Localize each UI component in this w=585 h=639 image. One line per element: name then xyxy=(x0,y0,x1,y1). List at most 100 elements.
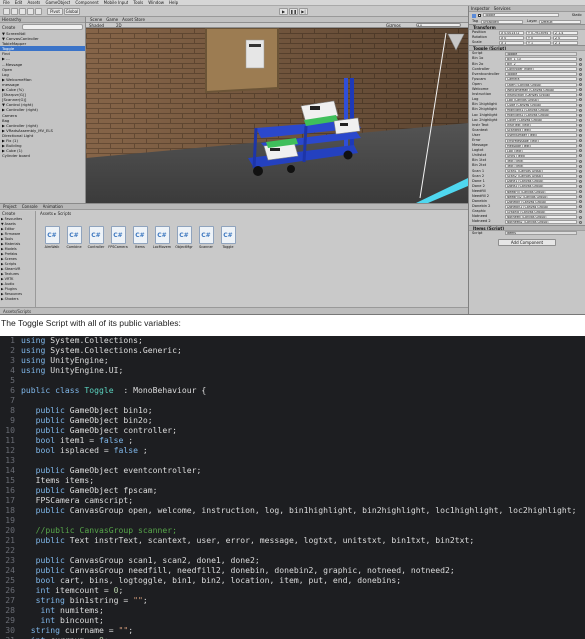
object-picker-icon[interactable] xyxy=(579,149,582,153)
menu-item[interactable]: GameObject xyxy=(45,0,70,5)
object-picker-icon[interactable] xyxy=(579,78,582,82)
hierarchy-create-button[interactable]: Create xyxy=(0,25,20,30)
pause-button[interactable]: ❚❚ xyxy=(289,8,298,15)
object-picker-icon[interactable] xyxy=(579,103,582,107)
scale-tool-icon[interactable] xyxy=(27,8,34,15)
object-picker-icon[interactable] xyxy=(579,93,582,97)
script-field-value[interactable]: Scan2 (Canvas Group) xyxy=(505,174,577,179)
script-field-value[interactable]: InstrText (Text) xyxy=(505,123,577,128)
rect-tool-icon[interactable] xyxy=(35,8,42,15)
object-picker-icon[interactable] xyxy=(579,62,582,66)
script-field-value[interactable]: Log (Canvas Group) xyxy=(505,97,577,102)
rotate-tool-icon[interactable] xyxy=(19,8,26,15)
script-asset[interactable]: C# Toggle xyxy=(218,226,238,254)
object-picker-icon[interactable] xyxy=(579,169,582,173)
script-field-value[interactable]: Text (Text) xyxy=(505,164,577,169)
script-field-value[interactable]: NeedFill2 (Canvas Group) xyxy=(505,194,577,199)
object-picker-icon[interactable] xyxy=(579,195,582,199)
object-picker-icon[interactable] xyxy=(579,144,582,148)
object-picker-icon[interactable] xyxy=(579,57,582,61)
global-button[interactable]: Global xyxy=(64,8,80,15)
play-button[interactable]: ▶ xyxy=(279,8,288,15)
active-checkbox[interactable] xyxy=(478,13,481,17)
script-field-value[interactable]: Donebin (Canvas Group) xyxy=(505,199,577,204)
object-picker-icon[interactable] xyxy=(579,200,582,204)
script-field-value[interactable]: Bin_2 xyxy=(505,62,577,67)
step-button[interactable]: ▶| xyxy=(299,8,308,15)
script-field-value[interactable]: Notneed (Canvas Group) xyxy=(505,214,577,219)
tab-project[interactable]: Project xyxy=(3,204,17,209)
script-asset[interactable]: C# LocMovem xyxy=(152,226,172,254)
scene-search-input[interactable]: All xyxy=(416,23,461,27)
script-asset[interactable]: C# FPSCamera xyxy=(108,226,128,254)
move-tool-icon[interactable] xyxy=(11,8,18,15)
object-picker-icon[interactable] xyxy=(579,83,582,87)
script-asset[interactable]: C# Scanner xyxy=(196,226,216,254)
script-field-value[interactable]: Controller (right) xyxy=(505,67,577,72)
object-picker-icon[interactable] xyxy=(579,185,582,188)
object-picker-icon[interactable] xyxy=(579,159,582,163)
script-field-value[interactable]: Camera xyxy=(505,77,577,82)
menu-item[interactable]: Component xyxy=(75,0,98,5)
menu-item[interactable]: Help xyxy=(169,0,178,5)
pivot-button[interactable]: Pivot xyxy=(47,8,63,15)
script-field-value[interactable]: Highlight2 (Canvas Group) xyxy=(505,113,577,118)
menu-item[interactable]: Tools xyxy=(133,0,143,5)
transform-y-field[interactable]: Y 1 xyxy=(526,40,551,45)
script-asset[interactable]: C# AimWalk xyxy=(42,226,62,254)
transform-x-field[interactable]: X 0 xyxy=(499,35,524,40)
menu-item[interactable]: File xyxy=(3,0,10,5)
add-component-button[interactable]: Add Component xyxy=(498,238,556,246)
script-field-value[interactable]: Message (Text) xyxy=(505,143,577,148)
script-field-value[interactable]: Highlight1 (Canvas Group) xyxy=(505,108,577,112)
object-picker-icon[interactable] xyxy=(579,154,582,158)
tab-animation[interactable]: Animation xyxy=(43,204,63,209)
object-picker-icon[interactable] xyxy=(579,123,582,127)
object-picker-icon[interactable] xyxy=(579,220,582,224)
menu-item[interactable]: Mobile Input xyxy=(104,0,129,5)
hierarchy-search-input[interactable] xyxy=(22,24,83,30)
script-field-value[interactable]: Graphic (Canvas Group) xyxy=(505,209,577,214)
script-field-value[interactable]: Text (Text) xyxy=(505,158,577,163)
script-field-value[interactable]: Scan1 (Canvas Group) xyxy=(505,169,577,174)
transform-y-field[interactable]: Y 0.7913094 xyxy=(526,30,551,35)
script-field-value[interactable]: Scantext (Text) xyxy=(505,128,577,133)
tab-game[interactable]: Game xyxy=(106,17,118,22)
tab-console[interactable]: Console xyxy=(22,204,38,209)
script-field-value[interactable]: Cover (Canvas Group) xyxy=(505,118,577,123)
static-checkbox[interactable]: Static xyxy=(572,12,582,19)
object-picker-icon[interactable] xyxy=(579,113,582,117)
object-picker-icon[interactable] xyxy=(579,134,582,138)
object-picker-icon[interactable] xyxy=(579,88,582,92)
transform-z-field[interactable]: Z 0 xyxy=(553,35,578,40)
script-field-value[interactable]: Done2 (Canvas Group) xyxy=(505,184,577,189)
tab-asset-store[interactable]: Asset Store xyxy=(122,17,145,22)
object-picker-icon[interactable] xyxy=(579,205,582,209)
object-name-field[interactable]: Toggle xyxy=(483,12,559,17)
script-field-value[interactable]: Cube (Canvas Group) xyxy=(505,102,577,107)
object-picker-icon[interactable] xyxy=(579,139,582,143)
object-picker-icon[interactable] xyxy=(579,118,582,122)
script-field-value[interactable]: Bin_1 (1) xyxy=(505,57,577,62)
menu-item[interactable]: Assets xyxy=(27,0,40,5)
script-field-value[interactable]: Done1 (Canvas Group) xyxy=(505,179,577,184)
object-picker-icon[interactable] xyxy=(579,210,582,214)
script-field-value[interactable]: Open (Canvas Group) xyxy=(505,82,577,87)
project-folder[interactable]: ▶ Shaders xyxy=(0,297,35,302)
script-asset[interactable]: C# Controller xyxy=(86,226,106,254)
layer-dropdown[interactable]: Default xyxy=(539,19,581,24)
tab-services[interactable]: Services xyxy=(494,6,511,11)
script-field-value[interactable]: UserNumber (Text) xyxy=(505,133,577,138)
script-field-value[interactable]: Units (Text) xyxy=(505,153,577,158)
object-picker-icon[interactable] xyxy=(579,164,582,168)
script-field-value[interactable]: Log (Text) xyxy=(505,148,577,153)
object-picker-icon[interactable] xyxy=(579,179,582,183)
script-asset[interactable]: C# Items xyxy=(130,226,150,254)
menu-item[interactable]: Edit xyxy=(15,0,23,5)
object-picker-icon[interactable] xyxy=(579,215,582,219)
tab-scene[interactable]: Scene xyxy=(90,17,102,22)
object-picker-icon[interactable] xyxy=(579,190,582,194)
script-field-value[interactable]: ErrorMessage (Text) xyxy=(505,138,577,143)
script-field-value[interactable]: Notneed2 (Canvas Group) xyxy=(505,220,577,225)
object-picker-icon[interactable] xyxy=(579,72,582,76)
